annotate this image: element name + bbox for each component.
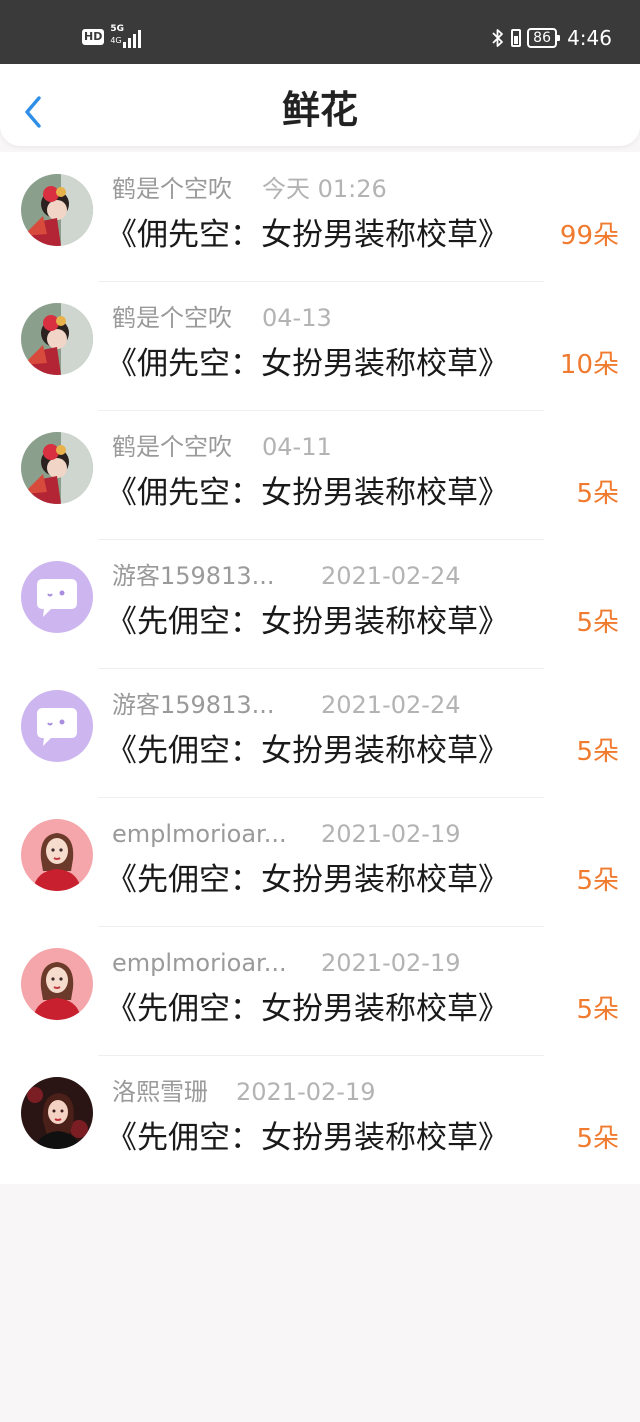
user-name: emplmorioar... <box>112 949 287 977</box>
status-bar: HD 5G 4G 86 4:46 <box>0 0 640 64</box>
book-title: 《先佣空：女扮男装称校草》 <box>106 733 509 769</box>
user-name: 游客159813... <box>112 691 275 719</box>
flower-count: 99朵 <box>559 221 619 251</box>
chat-bubble-avatar[interactable] <box>21 690 93 762</box>
flower-count: 5朵 <box>576 995 619 1025</box>
pink-girl-avatar[interactable] <box>21 819 93 891</box>
list-item[interactable]: 鹤是个空吹 04-13 《佣先空：女扮男装称校草》 10朵 <box>0 281 640 410</box>
status-right: 86 4:46 <box>491 26 612 50</box>
pink-girl-avatar[interactable] <box>21 948 93 1020</box>
red-fan-girl-avatar[interactable] <box>21 303 93 375</box>
user-name: emplmorioar... <box>112 820 287 848</box>
hd-badge: HD <box>82 29 105 45</box>
book-title: 《先佣空：女扮男装称校草》 <box>106 991 509 1027</box>
user-name: 鹤是个空吹 <box>112 304 232 332</box>
book-title: 《佣先空：女扮男装称校草》 <box>106 217 509 253</box>
list-item[interactable]: 洛熙雪珊 2021-02-19 《先佣空：女扮男装称校草》 5朵 <box>0 1055 640 1184</box>
list-item[interactable]: 鹤是个空吹 04-11 《佣先空：女扮男装称校草》 5朵 <box>0 410 640 539</box>
flower-count: 5朵 <box>576 1124 619 1154</box>
flower-count: 5朵 <box>576 737 619 767</box>
nav-header: 鲜花 <box>0 64 640 146</box>
flower-count: 10朵 <box>559 350 619 380</box>
gift-time: 今天 01:26 <box>262 175 387 203</box>
book-title: 《先佣空：女扮男装称校草》 <box>106 604 509 640</box>
network-sub-type: 4G <box>110 36 122 45</box>
gift-time: 04-13 <box>262 304 332 332</box>
flower-count: 5朵 <box>576 608 619 638</box>
user-name: 鹤是个空吹 <box>112 175 232 203</box>
gift-time: 2021-02-19 <box>236 1078 376 1106</box>
book-title: 《佣先空：女扮男装称校草》 <box>106 346 509 382</box>
book-title: 《先佣空：女扮男装称校草》 <box>106 1120 509 1156</box>
gift-time: 2021-02-24 <box>321 691 461 719</box>
flower-count: 5朵 <box>576 866 619 896</box>
list-item[interactable]: 游客159813... 2021-02-24 《先佣空：女扮男装称校草》 5朵 <box>0 539 640 668</box>
list-item[interactable]: 鹤是个空吹 今天 01:26 《佣先空：女扮男装称校草》 99朵 <box>0 152 640 281</box>
list-item[interactable]: emplmorioar... 2021-02-19 《先佣空：女扮男装称校草》 … <box>0 797 640 926</box>
book-title: 《佣先空：女扮男装称校草》 <box>106 475 509 511</box>
battery-saver-icon <box>511 29 522 47</box>
list-item[interactable]: emplmorioar... 2021-02-19 《先佣空：女扮男装称校草》 … <box>0 926 640 1055</box>
user-name: 洛熙雪珊 <box>112 1078 208 1106</box>
flower-count: 5朵 <box>576 479 619 509</box>
gift-time: 2021-02-19 <box>321 949 461 977</box>
user-name: 鹤是个空吹 <box>112 433 232 461</box>
user-name: 游客159813... <box>112 562 275 590</box>
page-title: 鲜花 <box>281 88 358 132</box>
signal-bars <box>123 30 142 48</box>
status-left: HD 5G 4G <box>82 24 142 48</box>
signal-icon: 5G 4G <box>110 24 142 48</box>
battery-level: 86 <box>527 28 561 48</box>
red-fan-girl-avatar[interactable] <box>21 432 93 504</box>
clock: 4:46 <box>567 26 612 50</box>
book-title: 《先佣空：女扮男装称校草》 <box>106 862 509 898</box>
chat-bubble-avatar[interactable] <box>21 561 93 633</box>
list-item[interactable]: 游客159813... 2021-02-24 《先佣空：女扮男装称校草》 5朵 <box>0 668 640 797</box>
gift-time: 04-11 <box>262 433 332 461</box>
gift-time: 2021-02-19 <box>321 820 461 848</box>
gift-time: 2021-02-24 <box>321 562 461 590</box>
bluetooth-icon <box>492 29 503 47</box>
flower-record-list: 鹤是个空吹 今天 01:26 《佣先空：女扮男装称校草》 99朵 鹤是个空吹 0… <box>0 152 640 1184</box>
red-fan-girl-avatar[interactable] <box>21 174 93 246</box>
network-type: 5G <box>110 24 124 34</box>
dark-girl-avatar[interactable] <box>21 1077 93 1149</box>
